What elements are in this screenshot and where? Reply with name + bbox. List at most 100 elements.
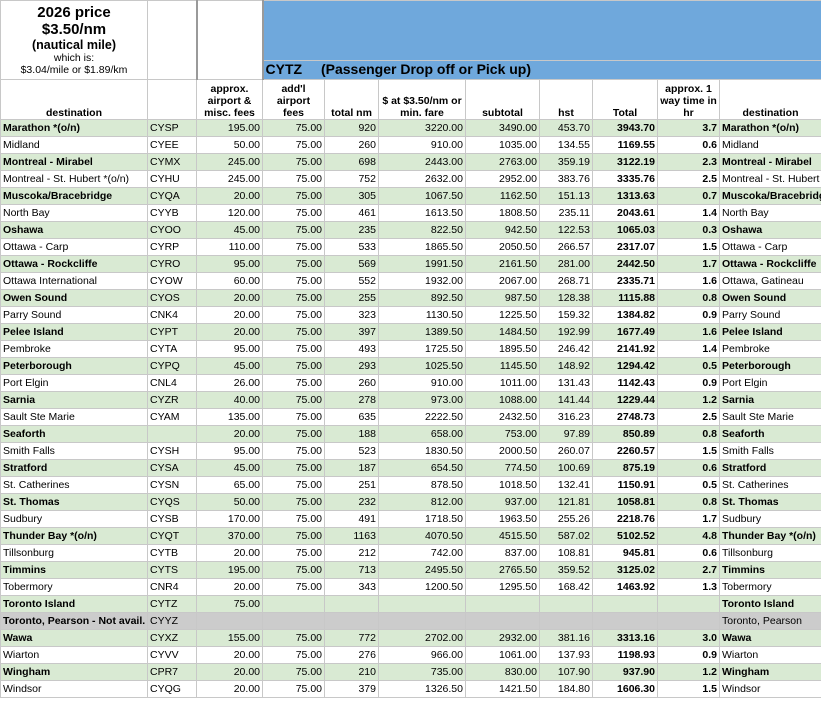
fees-cell[interactable]: 95.00 — [196, 255, 263, 273]
nm-cell[interactable]: 278 — [324, 391, 379, 409]
hst-cell[interactable]: 184.80 — [539, 680, 593, 698]
total-cell[interactable]: 2335.71 — [592, 272, 658, 290]
dest-cell[interactable]: Sault Ste Marie — [0, 408, 148, 426]
total-cell[interactable]: 1198.93 — [592, 646, 658, 664]
fare-cell[interactable] — [378, 612, 466, 630]
dest2-cell[interactable]: Wawa — [719, 629, 821, 647]
dest2-cell[interactable]: Smith Falls — [719, 442, 821, 460]
time-cell[interactable]: 0.6 — [657, 544, 720, 562]
subtotal-cell[interactable]: 2050.50 — [465, 238, 540, 256]
addl-fees-cell[interactable]: 75.00 — [262, 578, 325, 596]
subtotal-cell[interactable]: 1145.50 — [465, 357, 540, 375]
empty-cell[interactable] — [196, 0, 264, 80]
fees-cell[interactable]: 60.00 — [196, 272, 263, 290]
hst-cell[interactable]: 268.71 — [539, 272, 593, 290]
total-cell[interactable]: 1606.30 — [592, 680, 658, 698]
code-cell[interactable]: CYMX — [147, 153, 197, 171]
nm-cell[interactable]: 305 — [324, 187, 379, 205]
dest-cell[interactable]: St. Thomas — [0, 493, 148, 511]
fees-cell[interactable]: 20.00 — [196, 425, 263, 443]
dest-cell[interactable]: Ottawa - Rockcliffe — [0, 255, 148, 273]
dest2-cell[interactable]: Sault Ste Marie — [719, 408, 821, 426]
total-cell[interactable]: 1384.82 — [592, 306, 658, 324]
dest2-cell[interactable]: Stratford — [719, 459, 821, 477]
total-cell[interactable]: 2260.57 — [592, 442, 658, 460]
fees-cell[interactable]: 20.00 — [196, 544, 263, 562]
nm-cell[interactable]: 523 — [324, 442, 379, 460]
code-cell[interactable]: CYTZ — [147, 595, 197, 613]
code-cell[interactable]: CYPT — [147, 323, 197, 341]
subtotal-cell[interactable]: 937.00 — [465, 493, 540, 511]
fare-cell[interactable]: 1389.50 — [378, 323, 466, 341]
dest-cell[interactable]: Wiarton — [0, 646, 148, 664]
addl-fees-cell[interactable]: 75.00 — [262, 510, 325, 528]
nm-cell[interactable]: 276 — [324, 646, 379, 664]
time-cell[interactable]: 2.5 — [657, 408, 720, 426]
addl-fees-cell[interactable]: 75.00 — [262, 306, 325, 324]
code-cell[interactable]: CYHU — [147, 170, 197, 188]
fare-cell[interactable]: 2495.50 — [378, 561, 466, 579]
fare-cell[interactable]: 2443.00 — [378, 153, 466, 171]
subtotal-cell[interactable]: 1018.50 — [465, 476, 540, 494]
fare-cell[interactable]: 1718.50 — [378, 510, 466, 528]
fees-cell[interactable]: 20.00 — [196, 187, 263, 205]
fees-cell[interactable]: 95.00 — [196, 442, 263, 460]
fare-cell[interactable]: 1725.50 — [378, 340, 466, 358]
addl-fees-cell[interactable]: 75.00 — [262, 136, 325, 154]
fees-cell[interactable]: 20.00 — [196, 680, 263, 698]
dest-cell[interactable]: Montreal - Mirabel — [0, 153, 148, 171]
time-cell[interactable]: 2.3 — [657, 153, 720, 171]
dest-cell[interactable]: Stratford — [0, 459, 148, 477]
hst-cell[interactable]: 97.89 — [539, 425, 593, 443]
fare-cell[interactable]: 1130.50 — [378, 306, 466, 324]
fees-cell[interactable]: 20.00 — [196, 578, 263, 596]
addl-fees-cell[interactable]: 75.00 — [262, 204, 325, 222]
subtotal-cell[interactable]: 1963.50 — [465, 510, 540, 528]
total-cell[interactable]: 1058.81 — [592, 493, 658, 511]
nm-cell[interactable]: 493 — [324, 340, 379, 358]
dest-cell[interactable]: Tobermory — [0, 578, 148, 596]
hst-cell[interactable] — [539, 612, 593, 630]
subtotal-cell[interactable]: 837.00 — [465, 544, 540, 562]
subtotal-cell[interactable]: 4515.50 — [465, 527, 540, 545]
hst-cell[interactable]: 255.26 — [539, 510, 593, 528]
fare-cell[interactable]: 2632.00 — [378, 170, 466, 188]
subtotal-cell[interactable]: 2000.50 — [465, 442, 540, 460]
dest2-cell[interactable]: St. Catherines — [719, 476, 821, 494]
subtotal-cell[interactable]: 774.50 — [465, 459, 540, 477]
fees-cell[interactable]: 65.00 — [196, 476, 263, 494]
fees-cell[interactable] — [196, 612, 263, 630]
time-cell[interactable]: 2.5 — [657, 170, 720, 188]
fare-cell[interactable]: 1932.00 — [378, 272, 466, 290]
header-total[interactable]: Total — [592, 79, 658, 120]
nm-cell[interactable]: 772 — [324, 629, 379, 647]
dest2-cell[interactable]: Wingham — [719, 663, 821, 681]
subtotal-cell[interactable]: 1035.00 — [465, 136, 540, 154]
total-cell[interactable]: 3313.16 — [592, 629, 658, 647]
hst-cell[interactable]: 128.38 — [539, 289, 593, 307]
fees-cell[interactable]: 45.00 — [196, 357, 263, 375]
hst-cell[interactable]: 235.11 — [539, 204, 593, 222]
fare-cell[interactable]: 658.00 — [378, 425, 466, 443]
total-cell[interactable]: 1313.63 — [592, 187, 658, 205]
code-cell[interactable]: CYSP — [147, 119, 197, 137]
code-cell[interactable]: CYXZ — [147, 629, 197, 647]
hst-cell[interactable]: 168.42 — [539, 578, 593, 596]
nm-cell[interactable] — [324, 595, 379, 613]
fare-cell[interactable]: 822.50 — [378, 221, 466, 239]
code-cell[interactable]: CYTS — [147, 561, 197, 579]
dest2-cell[interactable]: Ottawa - Rockcliffe — [719, 255, 821, 273]
dest-cell[interactable]: Ottawa International — [0, 272, 148, 290]
nm-cell[interactable]: 260 — [324, 374, 379, 392]
hst-cell[interactable]: 108.81 — [539, 544, 593, 562]
empty-cell[interactable] — [147, 0, 198, 80]
fare-cell[interactable]: 654.50 — [378, 459, 466, 477]
subtotal-cell[interactable]: 830.00 — [465, 663, 540, 681]
fare-cell[interactable]: 910.00 — [378, 374, 466, 392]
hst-cell[interactable]: 159.32 — [539, 306, 593, 324]
code-cell[interactable]: CYSH — [147, 442, 197, 460]
dest-cell[interactable]: Timmins — [0, 561, 148, 579]
fees-cell[interactable]: 75.00 — [196, 595, 263, 613]
dest2-cell[interactable]: Montreal - Mirabel — [719, 153, 821, 171]
addl-fees-cell[interactable]: 75.00 — [262, 408, 325, 426]
